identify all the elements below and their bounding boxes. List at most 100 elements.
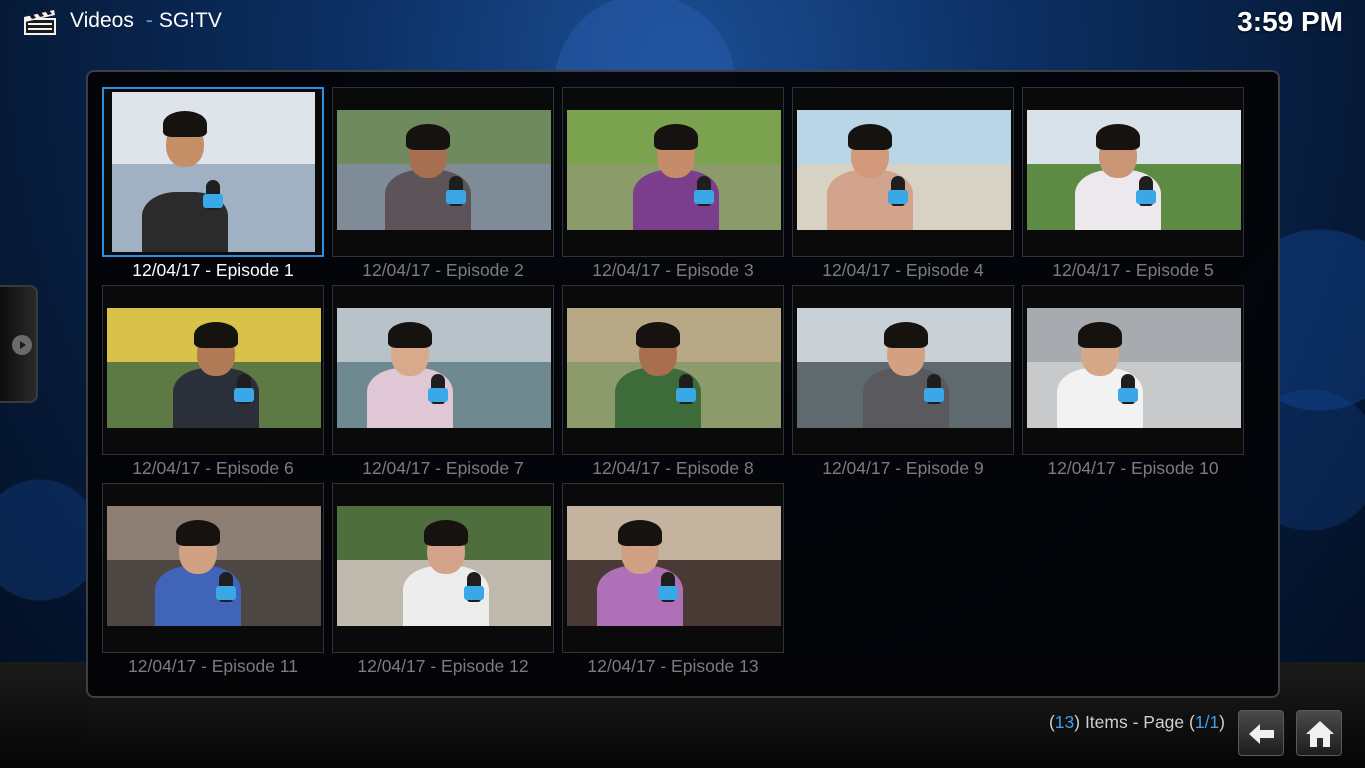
- microphone-icon: [676, 374, 696, 404]
- episode-label: 12/04/17 - Episode 1: [132, 260, 294, 280]
- thumbnail-frame: [562, 285, 784, 455]
- episode-thumbnail: [797, 110, 1011, 230]
- page-value: 1/1: [1194, 712, 1220, 732]
- thumbnail-frame: [102, 285, 324, 455]
- title-separator: -: [145, 9, 153, 32]
- microphone-icon: [234, 374, 254, 404]
- thumbnail-frame: [102, 483, 324, 653]
- person-hair: [618, 520, 662, 547]
- section-name: Videos: [70, 9, 134, 32]
- thumbnail-frame: [102, 87, 324, 257]
- microphone-icon: [1118, 374, 1138, 404]
- episode-label: 12/04/17 - Episode 7: [362, 458, 524, 478]
- microphone-icon: [658, 572, 678, 602]
- episode-tile[interactable]: 12/04/17 - Episode 11: [102, 483, 324, 681]
- episode-thumbnail: [337, 110, 551, 230]
- clock: 3:59 PM: [1237, 6, 1343, 37]
- episode-thumbnail: [567, 110, 781, 230]
- source-name: SG!TV: [158, 9, 222, 32]
- home-icon: [1306, 721, 1334, 747]
- episode-label: 12/04/17 - Episode 5: [1052, 260, 1214, 280]
- side-menu-tab[interactable]: [0, 285, 38, 403]
- person-hair: [654, 124, 698, 151]
- thumbnail-background: [1027, 308, 1241, 362]
- episode-label: 12/04/17 - Episode 8: [592, 458, 754, 478]
- episode-label: 12/04/17 - Episode 11: [128, 656, 298, 676]
- episode-label: 12/04/17 - Episode 12: [357, 656, 529, 676]
- microphone-icon: [446, 176, 466, 206]
- episode-label: 12/04/17 - Episode 9: [822, 458, 984, 478]
- thumbnail-background: [567, 506, 781, 560]
- episode-tile[interactable]: 12/04/17 - Episode 8: [562, 285, 784, 483]
- person-hair: [884, 322, 928, 349]
- thumbnail-frame: [332, 285, 554, 455]
- episode-label: 12/04/17 - Episode 4: [822, 260, 984, 280]
- clapperboard-icon: [24, 10, 56, 35]
- episode-thumbnail: [337, 308, 551, 428]
- microphone-icon: [216, 572, 236, 602]
- episode-tile[interactable]: 12/04/17 - Episode 7: [332, 285, 554, 483]
- episode-label: 12/04/17 - Episode 13: [587, 656, 759, 676]
- thumbnail-background: [797, 110, 1011, 164]
- episode-thumbnail: [1027, 110, 1241, 230]
- thumbnail-frame: [792, 87, 1014, 257]
- count-close: ) Items - Page (: [1074, 712, 1195, 732]
- item-count-value: 13: [1054, 712, 1075, 732]
- episode-thumbnail: [107, 506, 321, 626]
- episode-thumbnail: [567, 308, 781, 428]
- thumbnail-frame: [792, 285, 1014, 455]
- microphone-icon: [464, 572, 484, 602]
- microphone-icon: [924, 374, 944, 404]
- thumbnail-background: [112, 92, 315, 164]
- page-close: ): [1219, 712, 1225, 732]
- microphone-icon: [1136, 176, 1156, 206]
- episode-label: 12/04/17 - Episode 10: [1047, 458, 1219, 478]
- item-count: (13) Items - Page (1/1): [1049, 712, 1225, 733]
- episode-tile[interactable]: 12/04/17 - Episode 1: [102, 87, 324, 285]
- back-button[interactable]: [1238, 710, 1284, 756]
- person-hair: [1096, 124, 1140, 151]
- page-title: Videos - SG!TV: [70, 9, 222, 33]
- episode-tile[interactable]: 12/04/17 - Episode 12: [332, 483, 554, 681]
- microphone-icon: [203, 180, 223, 210]
- person-hair: [636, 322, 680, 349]
- episode-label: 12/04/17 - Episode 6: [132, 458, 294, 478]
- episode-tile[interactable]: 12/04/17 - Episode 2: [332, 87, 554, 285]
- home-button[interactable]: [1296, 710, 1342, 756]
- episode-tile[interactable]: 12/04/17 - Episode 3: [562, 87, 784, 285]
- episode-thumbnail: [797, 308, 1011, 428]
- episode-thumbnail: [107, 308, 321, 428]
- episode-tile[interactable]: 12/04/17 - Episode 9: [792, 285, 1014, 483]
- thumbnail-frame: [562, 483, 784, 653]
- person-hair: [163, 111, 207, 138]
- microphone-icon: [694, 176, 714, 206]
- back-arrow-icon: [1249, 724, 1274, 744]
- thumbnail-background: [337, 308, 551, 362]
- thumbnail-frame: [1022, 285, 1244, 455]
- microphone-icon: [428, 374, 448, 404]
- header: Videos - SG!TV 3:59 PM: [0, 0, 1365, 48]
- episode-label: 12/04/17 - Episode 2: [362, 260, 524, 280]
- episode-label: 12/04/17 - Episode 3: [592, 260, 754, 280]
- person-hair: [424, 520, 468, 547]
- person-hair: [406, 124, 450, 151]
- thumbnail-frame: [332, 87, 554, 257]
- episode-tile[interactable]: 12/04/17 - Episode 13: [562, 483, 784, 681]
- episode-thumbnail: [112, 92, 315, 252]
- episode-thumbnail: [567, 506, 781, 626]
- person-hair: [388, 322, 432, 349]
- person-hair: [176, 520, 220, 547]
- microphone-icon: [888, 176, 908, 206]
- episode-tile[interactable]: 12/04/17 - Episode 6: [102, 285, 324, 483]
- thumbnail-frame: [1022, 87, 1244, 257]
- episode-thumbnail: [1027, 308, 1241, 428]
- episode-tile[interactable]: 12/04/17 - Episode 10: [1022, 285, 1244, 483]
- thumbnail-frame: [332, 483, 554, 653]
- thumbnail-panel: 12/04/17 - Episode 1 12/04/17 - Episode 2…: [86, 70, 1280, 698]
- episode-tile[interactable]: 12/04/17 - Episode 5: [1022, 87, 1244, 285]
- person-hair: [1078, 322, 1122, 349]
- episode-tile[interactable]: 12/04/17 - Episode 4: [792, 87, 1014, 285]
- person-hair: [848, 124, 892, 151]
- chevron-right-icon: [12, 335, 32, 355]
- episode-thumbnail: [337, 506, 551, 626]
